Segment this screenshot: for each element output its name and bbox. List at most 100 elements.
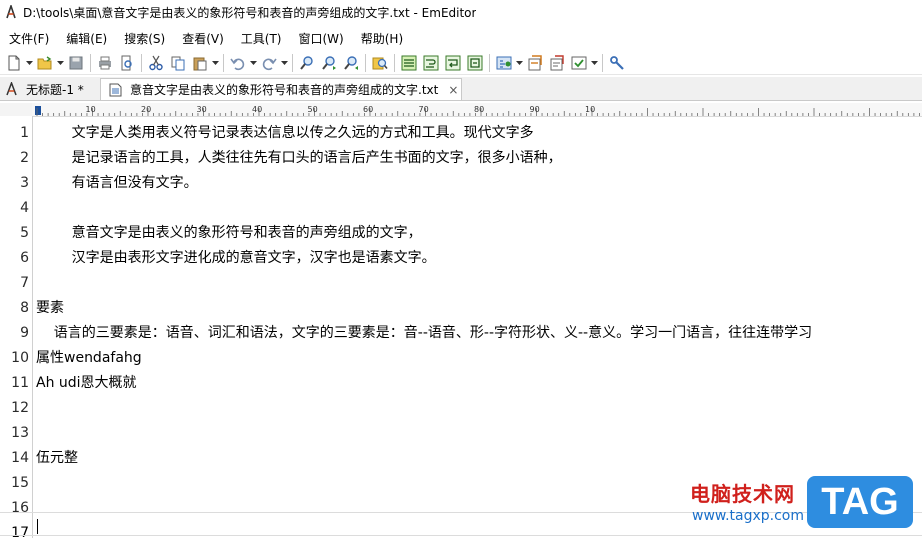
redo-dropdown[interactable]: [280, 52, 289, 74]
emeditor-app-icon: [6, 5, 16, 19]
text-line[interactable]: 伍元整: [36, 446, 78, 471]
line-number: 8: [20, 300, 29, 316]
text-line[interactable]: 文字是人类用表义符号记录表达信息以传之久远的方式和工具。现代文字多: [36, 121, 534, 146]
redo-icon: [262, 58, 277, 70]
watermark-logo: TAG: [807, 476, 913, 528]
ruler-label: 10: [86, 105, 96, 114]
toolbar-separator: [365, 53, 366, 72]
watermark-url: www.tagxp.com: [692, 508, 804, 524]
text-line[interactable]: 有语言但没有文字。: [36, 171, 198, 196]
menu-window[interactable]: 窗口(W): [290, 30, 352, 47]
word-wrap-none-button[interactable]: [398, 52, 420, 74]
tab-label: 无标题-1 *: [26, 82, 84, 97]
toolbar-separator: [394, 53, 395, 72]
configuration-dropdown[interactable]: [515, 52, 524, 74]
find-in-files-button[interactable]: [369, 52, 391, 74]
toolbar-separator: [489, 53, 490, 72]
copy-icon: [171, 56, 185, 70]
ruler: 10 20 30 40 50 60 70 80 90 10: [0, 103, 922, 117]
undo-dropdown[interactable]: [249, 52, 258, 74]
wrench-icon: [610, 55, 624, 70]
cut-button[interactable]: [145, 52, 167, 74]
new-file-button[interactable]: [3, 52, 25, 74]
tab-label: 意音文字是由表义的象形符号和表音的声旁组成的文字.txt: [130, 83, 439, 97]
wrap-by-window-button[interactable]: [442, 52, 464, 74]
toolbar-separator: [223, 53, 224, 72]
macro-check-icon: [571, 56, 587, 69]
ruler-caret-marker: [35, 106, 41, 115]
document-tab-bar: 无标题-1 * 意音文字是由表义的象形符号和表音的声旁组成的文字.txt ×: [0, 77, 922, 101]
chevron-down-icon: [250, 60, 257, 65]
menu-file[interactable]: 文件(F): [0, 30, 57, 47]
save-button[interactable]: [65, 52, 87, 74]
open-file-dropdown[interactable]: [56, 52, 65, 74]
chevron-down-icon: [281, 60, 288, 65]
wrap-by-page-button[interactable]: [464, 52, 486, 74]
menu-search[interactable]: 搜索(S): [115, 30, 173, 47]
undo-button[interactable]: [227, 52, 249, 74]
find-button[interactable]: [296, 52, 318, 74]
tab-active-document[interactable]: 意音文字是由表义的象形符号和表音的声旁组成的文字.txt ×: [100, 78, 462, 100]
menu-tools[interactable]: 工具(T): [232, 30, 290, 47]
line-number: 7: [20, 275, 29, 291]
wrap-chars-icon: [423, 55, 439, 70]
text-line[interactable]: 汉字是由表形文字进化成的意音文字，汉字也是语素文字。: [36, 246, 436, 271]
new-file-dropdown[interactable]: [25, 52, 34, 74]
line-number: 15: [11, 475, 29, 491]
paste-dropdown[interactable]: [211, 52, 220, 74]
macro-dropdown[interactable]: [590, 52, 599, 74]
paste-button[interactable]: [189, 52, 211, 74]
configuration-button[interactable]: [493, 52, 515, 74]
ruler-label: 90: [530, 105, 540, 114]
line-number: 3: [20, 175, 29, 191]
ruler-label: 20: [141, 105, 151, 114]
watermark-badge-text: TAG: [821, 480, 899, 523]
text-caret: [37, 519, 38, 534]
ruler-label: 30: [197, 105, 207, 114]
find-previous-button[interactable]: [340, 52, 362, 74]
toolbar-separator: [292, 53, 293, 72]
properties-button[interactable]: [546, 52, 568, 74]
customize-button[interactable]: [524, 52, 546, 74]
print-button[interactable]: [94, 52, 116, 74]
find-in-files-icon: [372, 57, 388, 69]
copy-button[interactable]: [167, 52, 189, 74]
toolbar: [0, 51, 922, 75]
ruler-ticks: 10 20 30 40 50 60 70 80 90 10: [32, 103, 922, 116]
menu-edit[interactable]: 编辑(E): [57, 30, 115, 47]
text-file-icon: [109, 83, 122, 96]
ruler-label: 50: [308, 105, 318, 114]
chevron-down-icon: [26, 60, 33, 65]
menu-help[interactable]: 帮助(H): [352, 30, 411, 47]
scissors-icon: [149, 55, 163, 70]
plugins-button[interactable]: [606, 52, 628, 74]
line-number: 10: [11, 350, 29, 366]
macro-button[interactable]: [568, 52, 590, 74]
printer-icon: [99, 56, 111, 69]
ruler-label: 40: [252, 105, 262, 114]
line-number: 4: [20, 200, 29, 216]
window-title: D:\tools\桌面\意音文字是由表义的象形符号和表音的声旁组成的文字.txt…: [23, 5, 477, 20]
text-line[interactable]: 语言的三要素是：语音、词汇和语法，文字的三要素是：音--语音、形--字符形状、义…: [36, 321, 812, 346]
text-line[interactable]: Ah udi恩大概就: [36, 371, 137, 396]
tab-untitled-1[interactable]: 无标题-1 *: [2, 78, 98, 100]
line-number: 12: [11, 400, 29, 416]
text-line[interactable]: 要素: [36, 296, 64, 321]
text-line[interactable]: 意音文字是由表义的象形符号和表音的声旁组成的文字，: [36, 221, 422, 246]
line-number-gutter: 1 2 3 4 5 6 7 8 9 10 11 12 13 14 15 16 17: [0, 116, 33, 541]
close-icon[interactable]: ×: [448, 83, 458, 97]
toolbar-separator: [602, 53, 603, 72]
text-line[interactable]: 属性wendafahg: [36, 346, 142, 371]
undo-icon: [230, 58, 245, 70]
wrap-window-icon: [445, 55, 461, 70]
redo-button[interactable]: [258, 52, 280, 74]
line-number: 9: [20, 325, 29, 341]
line-number: 11: [11, 375, 29, 391]
text-line[interactable]: 是记录语言的工具，人类往往先有口头的语言后产生书面的文字，很多小语种，: [36, 146, 562, 171]
print-preview-button[interactable]: [116, 52, 138, 74]
wrap-by-chars-button[interactable]: [420, 52, 442, 74]
line-number: 1: [20, 125, 29, 141]
menu-view[interactable]: 查看(V): [173, 30, 232, 47]
open-file-button[interactable]: [34, 52, 56, 74]
find-next-button[interactable]: [318, 52, 340, 74]
